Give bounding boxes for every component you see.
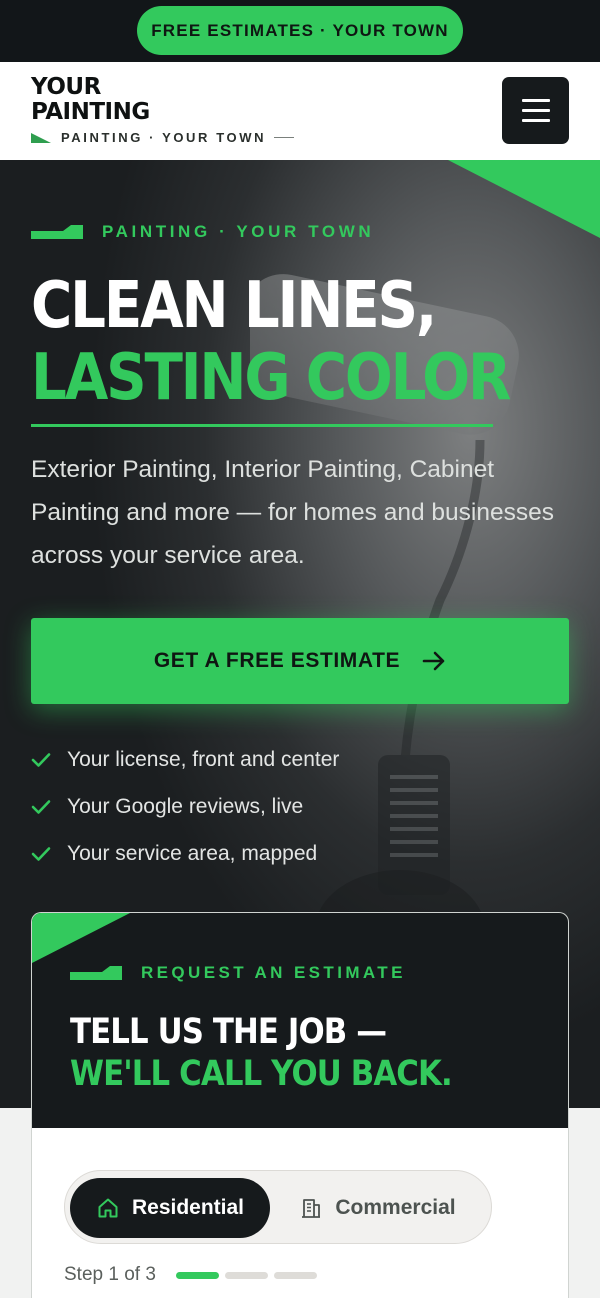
step-bar bbox=[224, 1271, 268, 1279]
hero-headline: CLEAN LINES, LASTING COLOR bbox=[31, 269, 511, 415]
logo-line-2: PAINTING bbox=[31, 99, 150, 125]
segment-commercial[interactable]: Commercial bbox=[275, 1178, 480, 1238]
checklist-item: Your service area, mapped bbox=[31, 830, 339, 877]
hamburger-icon-bar bbox=[521, 109, 550, 112]
step-bar bbox=[273, 1271, 317, 1279]
hero-description: Exterior Painting, Interior Painting, Ca… bbox=[31, 456, 554, 569]
card-title: TELL US THE JOB — WE'LL CALL YOU BACK. bbox=[70, 1011, 453, 1095]
hero-eyebrow-text: PAINTING · YOUR TOWN bbox=[102, 222, 375, 241]
promo-bar: FREE ESTIMATES · YOUR TOWN bbox=[0, 0, 600, 62]
free-estimates-button[interactable]: FREE ESTIMATES · YOUR TOWN bbox=[137, 6, 463, 55]
card-title-line-2: WE'LL CALL YOU BACK. bbox=[70, 1054, 453, 1094]
property-type-toggle: Residential Commercial bbox=[64, 1170, 492, 1244]
hero-headline-line-2: LASTING COLOR bbox=[31, 341, 511, 415]
menu-button[interactable] bbox=[502, 77, 569, 144]
logo-flag-icon bbox=[31, 132, 51, 143]
site-header: YOUR PAINTING PAINTING · YOUR TOWN bbox=[0, 62, 600, 160]
step-label: Step 1 of 3 bbox=[64, 1264, 156, 1285]
hero-headline-line-1: CLEAN LINES, bbox=[31, 269, 437, 343]
brush-stroke-icon bbox=[31, 225, 83, 239]
card-eyebrow: REQUEST AN ESTIMATE bbox=[70, 963, 406, 983]
logo[interactable]: YOUR PAINTING PAINTING · YOUR TOWN bbox=[31, 74, 295, 145]
checklist-text: Your service area, mapped bbox=[67, 841, 318, 865]
cta-label: GET A FREE ESTIMATE bbox=[153, 649, 401, 672]
logo-tagline-dash bbox=[274, 137, 295, 138]
checklist-item: Your Google reviews, live bbox=[31, 783, 339, 830]
card-title-line-1: TELL US THE JOB — bbox=[70, 1012, 387, 1052]
card-corner-accent bbox=[32, 913, 130, 963]
step-progress: Step 1 of 3 bbox=[64, 1264, 323, 1286]
checklist-text: Your Google reviews, live bbox=[67, 794, 304, 818]
hero-eyebrow: PAINTING · YOUR TOWN bbox=[31, 222, 374, 242]
check-icon bbox=[31, 752, 51, 767]
check-icon bbox=[31, 799, 51, 814]
headline-underline bbox=[31, 424, 493, 427]
hamburger-icon-bar bbox=[521, 119, 550, 122]
checklist-text: Your license, front and center bbox=[67, 747, 340, 771]
segment-residential[interactable]: Residential bbox=[70, 1178, 270, 1238]
get-free-estimate-button[interactable]: GET A FREE ESTIMATE bbox=[31, 618, 569, 704]
building-icon bbox=[302, 1199, 321, 1218]
arrow-right-icon bbox=[422, 651, 445, 671]
estimate-form: Residential Commercial Step 1 of 3 bbox=[31, 1128, 569, 1298]
checklist-item: Your license, front and center bbox=[31, 736, 339, 783]
hamburger-icon-bar bbox=[521, 99, 550, 102]
logo-tagline-row: PAINTING · YOUR TOWN bbox=[31, 130, 295, 145]
logo-line-1: YOUR bbox=[31, 74, 101, 100]
segment-label: Residential bbox=[131, 1196, 245, 1219]
benefit-checklist: Your license, front and center Your Goog… bbox=[31, 736, 339, 877]
estimate-card-header: REQUEST AN ESTIMATE TELL US THE JOB — WE… bbox=[31, 912, 569, 1128]
brush-stroke-icon bbox=[70, 966, 122, 980]
card-eyebrow-text: REQUEST AN ESTIMATE bbox=[141, 963, 406, 982]
logo-tagline: PAINTING · YOUR TOWN bbox=[61, 130, 267, 145]
home-icon bbox=[98, 1198, 118, 1218]
hero-corner-accent bbox=[448, 160, 600, 238]
segment-label: Commercial bbox=[335, 1196, 456, 1219]
step-bar bbox=[175, 1271, 219, 1279]
check-icon bbox=[31, 846, 51, 861]
